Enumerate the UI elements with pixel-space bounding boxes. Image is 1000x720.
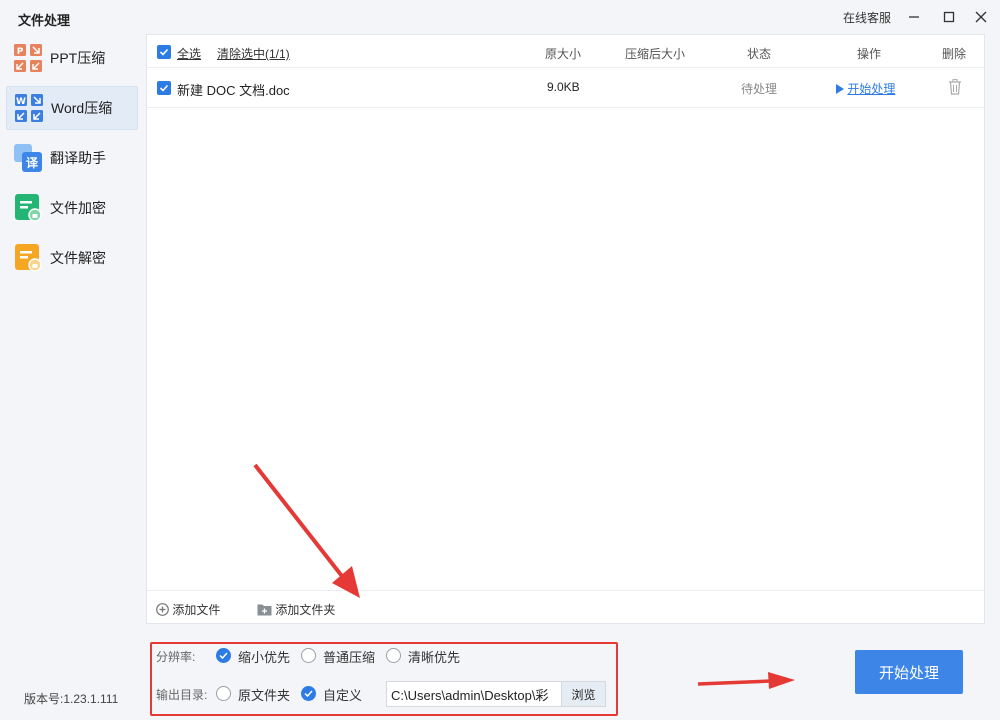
- sidebar-item-label: 翻译助手: [50, 150, 106, 166]
- file-decrypt-icon: [14, 244, 42, 272]
- sidebar-item-label: 文件加密: [50, 200, 106, 216]
- translate-icon: 译: [14, 144, 42, 172]
- word-compress-icon: W: [15, 94, 43, 122]
- maximize-icon: [943, 11, 955, 23]
- svg-text:P: P: [17, 47, 24, 57]
- output-path-input[interactable]: [386, 681, 562, 707]
- row-delete-button[interactable]: [948, 79, 962, 98]
- svg-text:译: 译: [26, 156, 39, 170]
- check-icon: [219, 652, 228, 660]
- check-icon: [159, 48, 169, 56]
- add-folder-icon: [257, 604, 272, 616]
- file-status: 待处理: [741, 82, 778, 96]
- sidebar-item-file-encrypt[interactable]: 文件加密: [6, 186, 138, 230]
- clear-selected-link[interactable]: 清除选中(1/1): [217, 45, 290, 62]
- panel-footer: 添加文件 添加文件夹: [147, 590, 984, 624]
- row-start-process-label: 开始处理: [847, 82, 896, 96]
- add-file-button[interactable]: 添加文件: [156, 601, 220, 618]
- svg-text:W: W: [16, 97, 26, 107]
- title-bar: 文件处理 在线客服: [0, 0, 1000, 34]
- sidebar-item-file-decrypt[interactable]: 文件解密: [6, 236, 138, 280]
- resolution-option-clear-label[interactable]: 清晰优先: [408, 647, 460, 666]
- output-custom-radio[interactable]: [301, 686, 316, 701]
- select-all-link[interactable]: 全选: [177, 45, 201, 62]
- browse-button[interactable]: 浏览: [562, 681, 606, 707]
- check-icon: [159, 84, 169, 92]
- sidebar-item-word-compress[interactable]: W Word压缩: [6, 86, 138, 130]
- file-list-panel: 全选 清除选中(1/1) 原大小 压缩后大小 状态 操作 删除 新建 DOC 文…: [146, 34, 985, 624]
- column-action: 操作: [857, 47, 882, 61]
- resolution-option-normal-label[interactable]: 普通压缩: [323, 647, 375, 666]
- column-delete: 删除: [942, 47, 967, 61]
- minimize-button[interactable]: [905, 8, 923, 26]
- check-icon: [304, 690, 313, 698]
- start-process-button[interactable]: 开始处理: [855, 650, 963, 694]
- file-original-size: 9.0KB: [547, 80, 580, 94]
- sidebar-item-ppt-compress[interactable]: P PPT压缩: [6, 36, 138, 80]
- table-row: 新建 DOC 文档.doc 9.0KB 待处理 开始处理: [147, 68, 984, 108]
- sidebar-item-translate[interactable]: 译 翻译助手: [6, 136, 138, 180]
- close-button[interactable]: [972, 8, 990, 26]
- column-original-size: 原大小: [545, 47, 582, 61]
- select-all-checkbox[interactable]: [157, 45, 171, 59]
- column-compressed-size: 压缩后大小: [625, 47, 686, 61]
- sidebar-item-label: PPT压缩: [50, 50, 106, 66]
- resolution-option-normal-radio[interactable]: [301, 648, 316, 663]
- add-folder-label: 添加文件夹: [275, 603, 336, 617]
- add-file-label: 添加文件: [172, 603, 221, 617]
- sidebar-item-label: 文件解密: [50, 250, 106, 266]
- minimize-icon: [909, 16, 919, 18]
- resolution-option-clear-radio[interactable]: [386, 648, 401, 663]
- output-original-folder-label[interactable]: 原文件夹: [238, 685, 290, 704]
- play-icon: [836, 84, 844, 94]
- add-folder-button[interactable]: 添加文件夹: [257, 601, 335, 618]
- file-encrypt-icon: [14, 194, 42, 222]
- resolution-option-small-label[interactable]: 缩小优先: [238, 647, 290, 666]
- annotation-arrow-right: [697, 672, 795, 689]
- file-name: 新建 DOC 文档.doc: [177, 83, 290, 98]
- app-title: 文件处理: [18, 13, 71, 28]
- plus-circle-icon: [156, 603, 169, 616]
- output-dir-label: 输出目录:: [156, 688, 208, 702]
- close-icon: [975, 11, 987, 23]
- options-box: 分辨率: 缩小优先 普通压缩 清晰优先 输出目录: 原文件夹 自定义 浏览: [150, 642, 618, 716]
- sidebar-item-label: Word压缩: [51, 100, 113, 116]
- resolution-option-small-radio[interactable]: [216, 648, 231, 663]
- row-checkbox[interactable]: [157, 81, 171, 95]
- table-header: 全选 清除选中(1/1) 原大小 压缩后大小 状态 操作 删除: [147, 35, 984, 68]
- maximize-button[interactable]: [940, 8, 958, 26]
- sidebar: P PPT压缩 W Word压缩 译 翻译助手 文件加密 文件解密 版本号:1.…: [0, 34, 146, 720]
- trash-icon: [949, 79, 961, 95]
- ppt-compress-icon: P: [14, 44, 42, 72]
- version-label: 版本号:1.23.1.111: [24, 692, 119, 706]
- output-original-folder-radio[interactable]: [216, 686, 231, 701]
- resolution-label: 分辨率:: [156, 650, 196, 664]
- output-custom-label[interactable]: 自定义: [323, 685, 362, 704]
- column-status: 状态: [747, 47, 772, 61]
- online-service-link[interactable]: 在线客服: [843, 9, 891, 26]
- row-start-process-link[interactable]: 开始处理: [835, 80, 895, 97]
